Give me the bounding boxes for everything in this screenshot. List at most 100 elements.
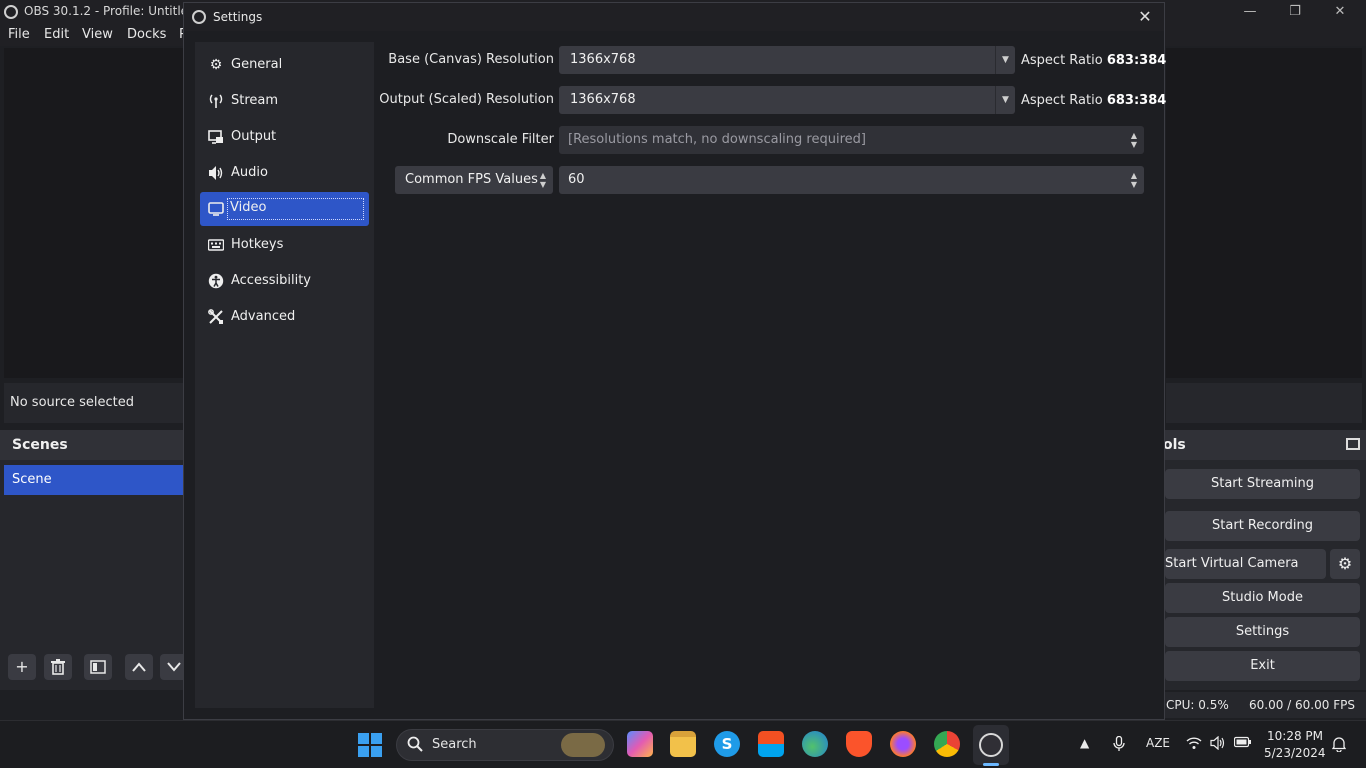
- fps-readout: 60.00 / 60.00 FPS: [1249, 698, 1355, 712]
- chrome-icon[interactable]: [934, 731, 960, 757]
- firefox-icon[interactable]: [890, 731, 916, 757]
- base-resolution-label: Base (Canvas) Resolution: [388, 52, 554, 67]
- output-resolution-combo[interactable]: 1366x768 ▼: [559, 86, 1015, 114]
- settings-dialog: Settings ✕ ⚙ General Stream Output Audio…: [183, 2, 1167, 720]
- windows-start-icon[interactable]: [358, 733, 382, 757]
- nav-stream[interactable]: Stream: [200, 84, 369, 118]
- add-scene-button[interactable]: +: [8, 654, 36, 680]
- clock-date[interactable]: 5/23/2024: [1264, 746, 1326, 760]
- virtual-camera-settings-gear-icon[interactable]: ⚙: [1330, 549, 1360, 579]
- obs-logo-icon: [4, 5, 18, 19]
- main-close-button[interactable]: ✕: [1330, 2, 1350, 22]
- up-down-arrows-icon: ▲ ▼: [1130, 171, 1138, 189]
- remove-scene-button[interactable]: [44, 654, 72, 680]
- downscale-filter-value: [Resolutions match, no downscaling requi…: [568, 132, 866, 147]
- start-recording-button[interactable]: Start Recording: [1165, 511, 1360, 541]
- obs-logo-icon: [192, 10, 206, 24]
- chevron-down-icon: [167, 662, 181, 672]
- nav-output[interactable]: Output: [200, 120, 369, 154]
- settings-titlebar: Settings ✕: [184, 3, 1164, 31]
- output-icon: [208, 129, 224, 145]
- menu-docks[interactable]: Docks: [127, 27, 166, 42]
- search-highlight-turtle-icon: [561, 733, 605, 757]
- base-resolution-combo[interactable]: 1366x768 ▼: [559, 46, 1015, 74]
- nav-label: Advanced: [231, 309, 296, 324]
- status-bar: CPU: 0.5% 60.00 / 60.00 FPS: [1165, 692, 1366, 718]
- tools-icon: [208, 309, 224, 325]
- settings-close-button[interactable]: ✕: [1134, 6, 1156, 28]
- menu-view[interactable]: View: [82, 27, 113, 42]
- preview-area-right[interactable]: [1166, 48, 1362, 378]
- chevron-up-icon: [132, 662, 146, 672]
- chevron-down-icon: ▼: [995, 86, 1015, 114]
- antenna-icon: [208, 93, 224, 109]
- monitor-icon: [208, 201, 224, 217]
- search-icon: [407, 736, 423, 752]
- nav-label: Audio: [231, 165, 268, 180]
- clock-time[interactable]: 10:28 PM: [1267, 729, 1323, 743]
- nav-label: Accessibility: [231, 273, 311, 288]
- exit-button[interactable]: Exit: [1165, 651, 1360, 681]
- file-explorer-icon[interactable]: [670, 731, 696, 757]
- scene-filters-button[interactable]: [84, 654, 112, 680]
- keyboard-icon: [207, 237, 225, 253]
- downscale-filter-combo[interactable]: [Resolutions match, no downscaling requi…: [559, 126, 1144, 154]
- menu-edit[interactable]: Edit: [44, 27, 69, 42]
- scenes-header: Scenes: [0, 430, 183, 460]
- trash-icon: [51, 659, 65, 675]
- nav-general[interactable]: ⚙ General: [200, 48, 369, 82]
- skype-icon[interactable]: S: [714, 731, 740, 757]
- nav-label: Stream: [231, 93, 279, 108]
- copilot-icon[interactable]: [627, 731, 653, 757]
- taskbar-search-box[interactable]: Search: [396, 729, 614, 761]
- filter-icon: [90, 660, 106, 674]
- nav-audio[interactable]: Audio: [200, 156, 369, 190]
- language-indicator[interactable]: AZE: [1146, 736, 1170, 750]
- start-virtual-camera-button[interactable]: Start Virtual Camera: [1165, 549, 1326, 579]
- microphone-icon[interactable]: [1113, 735, 1125, 756]
- menu-file[interactable]: File: [8, 27, 30, 42]
- notification-bell-icon[interactable]: [1331, 736, 1347, 756]
- nav-accessibility[interactable]: Accessibility: [200, 264, 369, 298]
- nav-advanced[interactable]: Advanced: [200, 300, 369, 334]
- settings-title: Settings: [213, 10, 263, 24]
- start-streaming-button[interactable]: Start Streaming: [1165, 469, 1360, 499]
- active-app-indicator: [983, 763, 999, 766]
- nav-label: General: [231, 57, 283, 72]
- volume-icon[interactable]: [1210, 735, 1226, 754]
- store-icon[interactable]: [758, 731, 784, 757]
- move-scene-up-button[interactable]: [125, 654, 153, 680]
- edge-icon[interactable]: [802, 731, 828, 757]
- settings-button[interactable]: Settings: [1165, 617, 1360, 647]
- wifi-icon[interactable]: [1186, 736, 1202, 754]
- search-label: Search: [432, 737, 477, 752]
- fps-type-value: Common FPS Values: [405, 172, 538, 187]
- float-dock-icon[interactable]: [1346, 438, 1360, 450]
- fps-type-combo[interactable]: Common FPS Values ▲ ▼: [395, 166, 553, 194]
- controls-title: ols: [1163, 437, 1186, 453]
- gear-icon: ⚙: [209, 57, 223, 73]
- tray-overflow-chevron-icon[interactable]: ▲: [1080, 736, 1089, 750]
- base-aspect-ratio: Aspect Ratio 683:384: [1021, 53, 1167, 68]
- settings-nav: ⚙ General Stream Output Audio Video Hotk…: [195, 42, 374, 708]
- nav-video[interactable]: Video: [200, 192, 369, 226]
- preview-area[interactable]: [4, 48, 184, 378]
- source-toolbar: No source selected: [4, 383, 184, 423]
- output-resolution-value: 1366x768: [570, 92, 636, 107]
- minimize-button[interactable]: —: [1240, 2, 1260, 22]
- scene-list-item[interactable]: Scene: [4, 465, 183, 495]
- fps-value-combo[interactable]: 60 ▲ ▼: [559, 166, 1144, 194]
- up-down-arrows-icon: ▲ ▼: [1130, 131, 1138, 149]
- battery-icon[interactable]: [1233, 736, 1252, 752]
- obs-taskbar-button[interactable]: [973, 725, 1009, 765]
- output-aspect-ratio: Aspect Ratio 683:384: [1021, 93, 1167, 108]
- fps-value: 60: [568, 172, 585, 187]
- nav-hotkeys[interactable]: Hotkeys: [200, 228, 369, 262]
- nav-label: Hotkeys: [231, 237, 284, 252]
- scenes-title: Scenes: [12, 437, 68, 453]
- no-source-label: No source selected: [10, 395, 134, 410]
- studio-mode-button[interactable]: Studio Mode: [1165, 583, 1360, 613]
- brave-icon[interactable]: [846, 731, 872, 757]
- main-window-title: OBS 30.1.2 - Profile: Untitled: [24, 4, 196, 18]
- maximize-button[interactable]: ❐: [1285, 2, 1305, 22]
